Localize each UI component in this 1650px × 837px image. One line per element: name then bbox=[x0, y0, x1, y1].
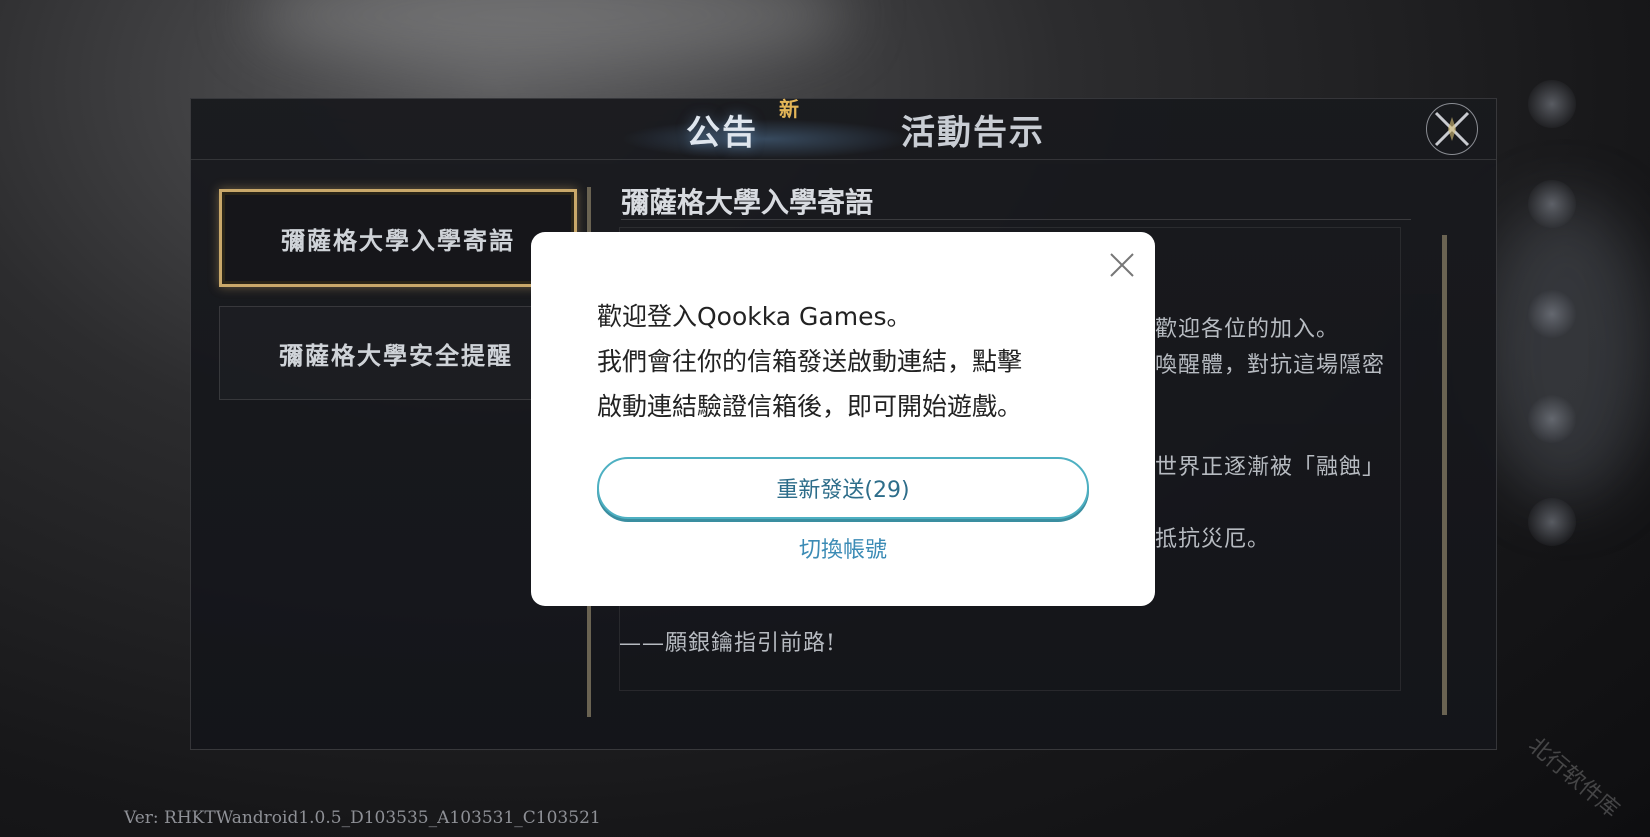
content-text: 世界正逐漸被「融蝕」 bbox=[1155, 455, 1386, 480]
tab-event[interactable]: 活動告示 bbox=[901, 105, 1045, 154]
content-signoff: ——願銀鑰指引前路! bbox=[619, 631, 836, 656]
dialog-message: 歡迎登入Qookka Games。 我們會往你的信箱發送啟動連結，點擊 啟動連結… bbox=[597, 294, 1097, 429]
menu-icon[interactable] bbox=[1528, 395, 1576, 443]
compass-close-icon bbox=[1434, 111, 1470, 147]
panel-header: 公告 新 活動告示 bbox=[191, 97, 1496, 160]
content-title: 彌薩格大學入學寄語 bbox=[621, 186, 874, 219]
sidebar-item-entrance-message[interactable]: 彌薩格大學入學寄語 bbox=[219, 189, 577, 287]
resend-button[interactable]: 重新發送(29) bbox=[597, 457, 1089, 519]
title-underline bbox=[621, 219, 1411, 220]
menu-icon[interactable] bbox=[1528, 498, 1576, 546]
sidebar-item-safety-reminder[interactable]: 彌薩格大學安全提醒 bbox=[219, 306, 573, 400]
close-icon bbox=[1110, 253, 1134, 277]
right-side-menu bbox=[1520, 80, 1590, 560]
menu-icon[interactable] bbox=[1528, 80, 1576, 128]
dialog-message-line: 啟動連結驗證信箱後，即可開始遊戲。 bbox=[597, 392, 1023, 421]
content-scrollbar[interactable] bbox=[1442, 235, 1447, 715]
panel-close-button[interactable] bbox=[1426, 103, 1478, 155]
menu-icon[interactable] bbox=[1528, 180, 1576, 228]
menu-icon[interactable] bbox=[1528, 290, 1576, 338]
dialog-close-button[interactable] bbox=[1107, 250, 1137, 280]
switch-account-link[interactable]: 切換帳號 bbox=[531, 532, 1155, 564]
email-verification-dialog: 歡迎登入Qookka Games。 我們會往你的信箱發送啟動連結，點擊 啟動連結… bbox=[531, 232, 1155, 606]
content-text: 歡迎各位的加入。 bbox=[1155, 317, 1340, 342]
version-label: Ver: RHKTWandroid1.0.5_D103535_A103531_C… bbox=[124, 808, 601, 828]
content-text: 喚醒體，對抗這場隱密 bbox=[1155, 353, 1386, 378]
content-text: 抵抗災厄。 bbox=[1155, 527, 1271, 552]
dialog-message-line: 我們會往你的信箱發送啟動連結，點擊 bbox=[597, 347, 1023, 376]
watermark: 北行软件库 bbox=[1523, 732, 1624, 823]
new-badge: 新 bbox=[779, 97, 799, 121]
tab-active-glow bbox=[621, 119, 911, 159]
tab-announcement[interactable]: 公告 bbox=[686, 105, 758, 154]
background-blur bbox=[250, 0, 850, 70]
dialog-message-line: 歡迎登入Qookka Games。 bbox=[597, 302, 912, 331]
